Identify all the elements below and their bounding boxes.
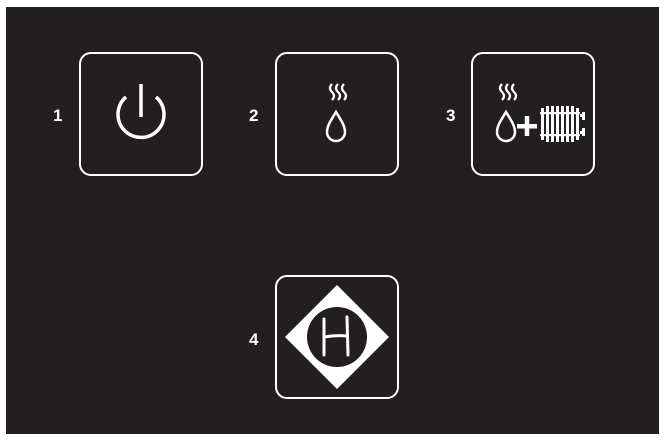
power-button[interactable] <box>79 52 203 176</box>
hot-water-heating-button[interactable] <box>471 52 595 176</box>
button-number-3: 3 <box>446 106 456 125</box>
diamond-h-icon <box>277 277 397 397</box>
button-number-1: 1 <box>53 106 63 125</box>
power-icon <box>81 54 201 174</box>
control-panel: 1 2 3 4 <box>6 7 659 434</box>
diamond-h-button[interactable] <box>275 275 399 399</box>
hot-water-icon <box>277 54 397 174</box>
hot-water-button[interactable] <box>275 52 399 176</box>
button-number-4: 4 <box>249 330 259 349</box>
hot-water-plus-heating-icon <box>473 54 593 174</box>
button-number-2: 2 <box>249 106 259 125</box>
